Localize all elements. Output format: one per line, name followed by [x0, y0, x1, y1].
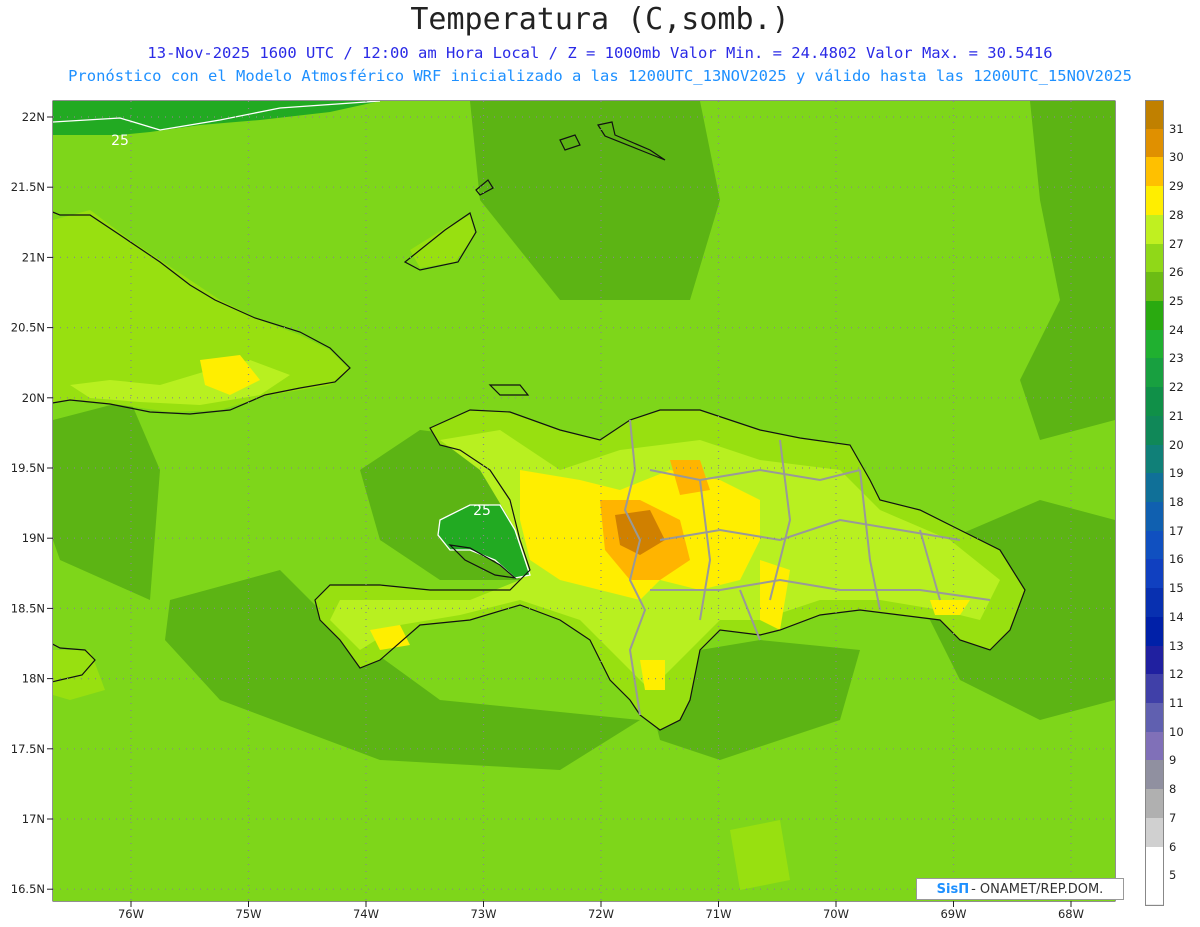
map-subtitle-model: Pronóstico con el Modelo Atmosférico WRF… [68, 67, 1132, 85]
lon-label: 70W [823, 907, 849, 921]
colorbar-label: 8 [1169, 782, 1177, 797]
contour-label: 25 [111, 133, 129, 149]
colorbar-label: 28 [1169, 207, 1184, 222]
lat-label: 20.5N [11, 321, 45, 335]
lat-label: 21.5N [11, 180, 45, 194]
lon-label: 74W [353, 907, 379, 921]
lat-label: 20N [22, 391, 45, 405]
colorbar-label: 16 [1169, 552, 1184, 567]
lat-label: 21N [22, 250, 45, 264]
colorbar-label: 15 [1169, 581, 1184, 596]
colorbar-label: 18 [1169, 495, 1184, 509]
lat-label: 17.5N [11, 742, 45, 756]
colorbar-label: 6 [1169, 839, 1177, 854]
colorbar-label: 7 [1169, 810, 1177, 825]
lat-label: 17N [22, 812, 45, 826]
credit-box: SisΠ - ONAMET/REP.DOM. [916, 878, 1124, 900]
colorbar-label: 30 [1169, 150, 1184, 165]
longitude-axis: 76W 75W 74W 73W 72W 71W 70W 69W 68W [118, 901, 1084, 921]
sispi-logo: SisΠ [936, 881, 970, 897]
colorbar-label: 14 [1169, 609, 1184, 624]
colorbar-label: 10 [1169, 724, 1184, 739]
latitude-axis: 22N 21.5N 21N 20.5N 20N 19.5N 19N 18.5N 18N 17.5N… [11, 110, 53, 896]
colorbar-label: 23 [1169, 351, 1184, 366]
lon-label: 75W [235, 907, 261, 921]
colorbar-label: 25 [1169, 294, 1184, 308]
colorbar-label: 26 [1169, 265, 1184, 280]
colorbar-label: 5 [1169, 868, 1177, 883]
colorbar-label: 31 [1169, 121, 1184, 136]
weather-map: 22N 21.5N 21N 20.5N 20N 19.5N 19N 18.5N 18N 17.5N… [11, 100, 1116, 921]
lon-label: 76W [118, 907, 144, 921]
map-title: Temperatura (C,somb.) [410, 2, 790, 37]
colorbar-label: 29 [1169, 179, 1184, 194]
lat-label: 18N [22, 672, 45, 686]
colorbar-label: 24 [1169, 322, 1184, 337]
contour-label: 25 [473, 503, 491, 519]
colorbar-label: 17 [1169, 523, 1184, 538]
colorbar-label: 13 [1169, 638, 1184, 653]
lon-label: 73W [470, 907, 496, 921]
colorbar-label: 19 [1169, 466, 1184, 481]
lon-label: 71W [705, 907, 731, 921]
colorbar-label: 22 [1169, 380, 1184, 395]
lat-label: 19.5N [11, 461, 45, 475]
ocean-warm-patch [730, 820, 790, 890]
colorbar-label: 12 [1169, 667, 1184, 682]
lon-label: 69W [940, 907, 966, 921]
colorbar-label: 21 [1169, 408, 1184, 423]
map-subtitle-time: 13-Nov-2025 1600 UTC / 12:00 am Hora Loc… [147, 44, 1053, 62]
lat-label: 18.5N [11, 601, 45, 615]
colorbar-label: 9 [1169, 753, 1177, 768]
lat-label: 19N [22, 531, 45, 545]
lon-label: 72W [588, 907, 614, 921]
lat-label: 16.5N [11, 882, 45, 896]
colorbar-label: 20 [1169, 437, 1184, 452]
credit-text: - ONAMET/REP.DOM. [971, 881, 1104, 897]
colorbar-label: 11 [1169, 696, 1184, 710]
lat-label: 22N [22, 110, 45, 124]
colorbar-frame [1145, 100, 1164, 906]
colorbar-label: 27 [1169, 236, 1184, 251]
lon-label: 68W [1058, 907, 1084, 921]
